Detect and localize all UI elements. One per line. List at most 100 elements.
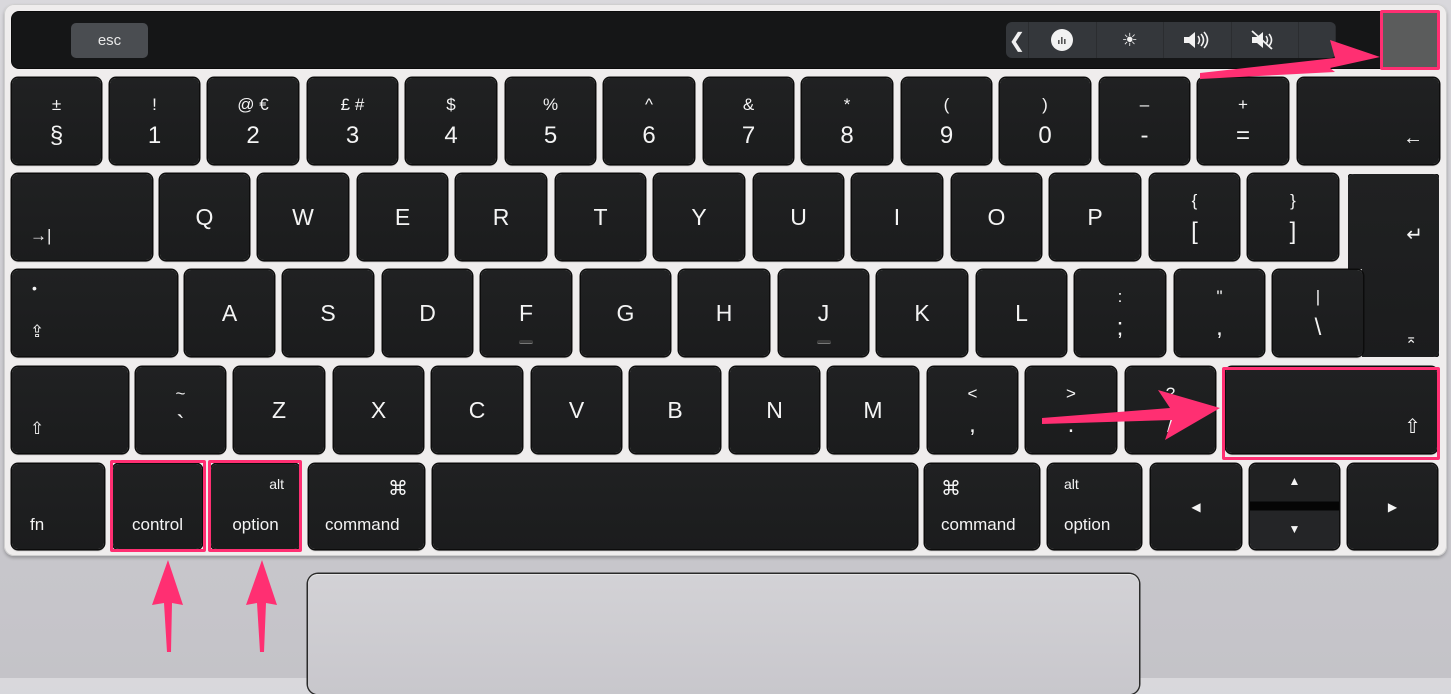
shift-row-key[interactable]: <,: [928, 367, 1017, 453]
letter-key[interactable]: }]: [1248, 174, 1338, 260]
number-key[interactable]: ! 1: [110, 78, 199, 164]
number-key[interactable]: & 7: [704, 78, 793, 164]
mute-icon[interactable]: [1232, 22, 1299, 58]
letter-key[interactable]: Q: [160, 174, 249, 260]
home-row-key[interactable]: K: [877, 270, 967, 356]
shift-row-key[interactable]: B: [630, 367, 720, 453]
number-key[interactable]: ^ 6: [604, 78, 694, 164]
volume-icon[interactable]: [1164, 22, 1232, 58]
key-label: ;: [1116, 314, 1124, 341]
number-key[interactable]: + =: [1198, 78, 1288, 164]
home-row-key[interactable]: D: [383, 270, 472, 356]
key-label: 3: [345, 122, 360, 149]
home-row-key[interactable]: | \: [1273, 270, 1363, 356]
key-label: ,: [969, 411, 976, 438]
letter-key[interactable]: U: [754, 174, 843, 260]
home-row-key[interactable]: H: [679, 270, 769, 356]
number-key[interactable]: ) 0: [1000, 78, 1090, 164]
key-shift-label: &: [742, 95, 755, 114]
letter-key[interactable]: {[: [1150, 174, 1239, 260]
shift-row-key[interactable]: ~ `: [136, 367, 225, 453]
shift-row-key[interactable]: V: [532, 367, 621, 453]
return-icon: ↵: [1406, 224, 1423, 246]
fn-key[interactable]: fn: [12, 464, 104, 549]
key-label: P: [1087, 203, 1103, 230]
arrow-up-down-keys[interactable]: ▲ ▼: [1250, 464, 1339, 549]
command-icon: ⌘: [388, 478, 408, 500]
tab-key[interactable]: →|: [12, 174, 152, 260]
letter-key[interactable]: W: [258, 174, 348, 260]
left-option-key[interactable]: option alt: [211, 464, 300, 549]
control-label: control: [131, 515, 184, 534]
key-shift-label: {: [1191, 191, 1198, 210]
shift-row-key[interactable]: C: [432, 367, 522, 453]
key-label: H: [715, 299, 733, 326]
key-label: S: [320, 299, 336, 326]
home-row-key[interactable]: S: [283, 270, 373, 356]
letter-key[interactable]: T: [556, 174, 645, 260]
key-label: D: [419, 299, 436, 326]
chevron-left-icon[interactable]: ❮: [1006, 22, 1029, 58]
siri-icon[interactable]: [1029, 22, 1097, 58]
home-row-key[interactable]: F: [481, 270, 571, 356]
home-row-key[interactable]: ",: [1175, 270, 1264, 356]
command-label: command: [941, 515, 1016, 534]
key-shift-label: @ €: [237, 95, 269, 114]
number-key[interactable]: (9: [902, 78, 991, 164]
arrow-right-key[interactable]: ▶: [1348, 464, 1437, 549]
left-command-key[interactable]: command ⌘: [309, 464, 424, 549]
left-shift-key[interactable]: ⇧: [12, 367, 128, 453]
arrow-up-icon[interactable]: ▲: [1250, 474, 1339, 488]
trackpad[interactable]: [308, 574, 1139, 694]
number-key[interactable]: * 8: [802, 78, 892, 164]
shift-row-key[interactable]: X: [334, 367, 423, 453]
left-control-key[interactable]: control: [113, 464, 202, 549]
number-key[interactable]: @ € 2: [208, 78, 298, 164]
space-bar[interactable]: [433, 464, 917, 549]
key-label: G: [616, 299, 635, 326]
letter-key[interactable]: P: [1050, 174, 1140, 260]
arrow-to-option: [246, 560, 277, 652]
key-shift-label: !: [152, 95, 157, 114]
right-command-key[interactable]: command ⌘: [925, 464, 1039, 549]
control-strip: ❮ ☀: [1006, 22, 1336, 58]
siri-partial-icon[interactable]: [1299, 22, 1336, 58]
home-row-key[interactable]: J: [779, 270, 868, 356]
arrow-down-icon[interactable]: ▼: [1250, 522, 1339, 536]
shift-row-key[interactable]: M: [828, 367, 918, 453]
brightness-icon[interactable]: ☀: [1097, 22, 1164, 58]
letter-key[interactable]: R: [456, 174, 546, 260]
esc-key[interactable]: esc: [71, 23, 148, 58]
letter-key[interactable]: E: [358, 174, 447, 260]
letter-key[interactable]: Y: [654, 174, 744, 260]
shift-row-key[interactable]: N: [730, 367, 819, 453]
key-label: V: [568, 396, 585, 423]
shift-row-key[interactable]: ? /: [1126, 367, 1215, 453]
home-row-key[interactable]: A: [185, 270, 274, 356]
home-row-key[interactable]: :;: [1075, 270, 1165, 356]
key-shift-label: ?: [1165, 384, 1176, 403]
alt-label: alt: [269, 476, 284, 492]
key-label: 2: [246, 122, 260, 149]
fn-label: fn: [30, 515, 45, 534]
number-key[interactable]: ± §: [12, 78, 101, 164]
home-row-key[interactable]: L: [977, 270, 1066, 356]
number-key[interactable]: $4: [406, 78, 496, 164]
number-key[interactable]: £ # 3: [308, 78, 397, 164]
letter-key[interactable]: I: [852, 174, 942, 260]
right-option-key[interactable]: option alt: [1048, 464, 1141, 549]
shift-row-key[interactable]: Z: [234, 367, 324, 453]
key-shift-label: *: [843, 95, 851, 114]
home-row-key[interactable]: G: [581, 270, 670, 356]
right-shift-key[interactable]: ⇧: [1226, 367, 1437, 453]
shift-row-key[interactable]: >.: [1026, 367, 1116, 453]
arrow-left-key[interactable]: ◀: [1151, 464, 1241, 549]
caps-lock-key[interactable]: • ⇪: [12, 270, 177, 356]
alt-label: alt: [1064, 476, 1079, 492]
letter-key[interactable]: O: [952, 174, 1041, 260]
number-key[interactable]: – -: [1100, 78, 1189, 164]
number-key[interactable]: % 5: [506, 78, 595, 164]
command-icon: ⌘: [941, 478, 961, 500]
touch-id-key[interactable]: [1382, 12, 1438, 68]
delete-key[interactable]: ←: [1298, 78, 1439, 164]
